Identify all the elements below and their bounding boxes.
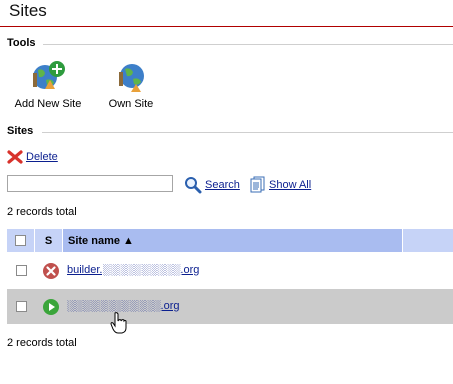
globe-own-icon — [119, 64, 144, 92]
status-column-header[interactable]: S — [35, 229, 63, 252]
site-name-link[interactable]: ░░░░░░░░░░░░.org — [67, 300, 179, 312]
hand-cursor-icon — [110, 312, 127, 334]
disabled-x-icon — [43, 263, 59, 279]
search-link[interactable]: Search — [205, 179, 240, 191]
show-all-button[interactable]: Show All — [250, 176, 311, 193]
page-title: Sites — [9, 1, 47, 20]
tools-divider — [43, 44, 453, 45]
globe-add-icon — [33, 61, 65, 89]
site-name-column-header[interactable]: Site name ▲ — [63, 229, 403, 252]
show-all-link[interactable]: Show All — [269, 179, 311, 191]
row-checkbox[interactable] — [16, 301, 27, 312]
records-total-top: 2 records total — [7, 206, 77, 218]
search-input[interactable] — [7, 175, 173, 192]
records-total-bottom: 2 records total — [7, 337, 77, 349]
magnifier-icon — [185, 177, 202, 194]
select-all-checkbox[interactable] — [15, 235, 26, 246]
own-site-label: Own Site — [108, 98, 154, 110]
row-checkbox[interactable] — [16, 265, 27, 276]
sites-divider — [42, 132, 453, 133]
site-name-link[interactable]: builder.░░░░░░░░░░.org — [67, 264, 199, 276]
document-list-icon — [250, 176, 265, 193]
sites-grid-header: S Site name ▲ — [7, 229, 453, 252]
delete-x-icon — [7, 150, 23, 164]
add-new-site-button[interactable]: Add New Site — [14, 60, 82, 110]
search-button[interactable]: Search — [184, 176, 240, 194]
page-header: Sites — [0, 0, 453, 27]
own-site-button[interactable]: Own Site — [104, 60, 158, 110]
delete-link[interactable]: Delete — [26, 151, 58, 163]
table-row[interactable]: builder.░░░░░░░░░░.org — [7, 254, 453, 288]
delete-button[interactable]: Delete — [7, 150, 58, 164]
sites-heading: Sites — [7, 125, 34, 137]
table-row[interactable]: ░░░░░░░░░░░░.org — [7, 289, 453, 324]
running-play-icon — [43, 299, 59, 315]
tools-heading: Tools — [7, 37, 36, 49]
add-new-site-label: Add New Site — [14, 98, 82, 110]
select-all-cell — [7, 229, 35, 252]
